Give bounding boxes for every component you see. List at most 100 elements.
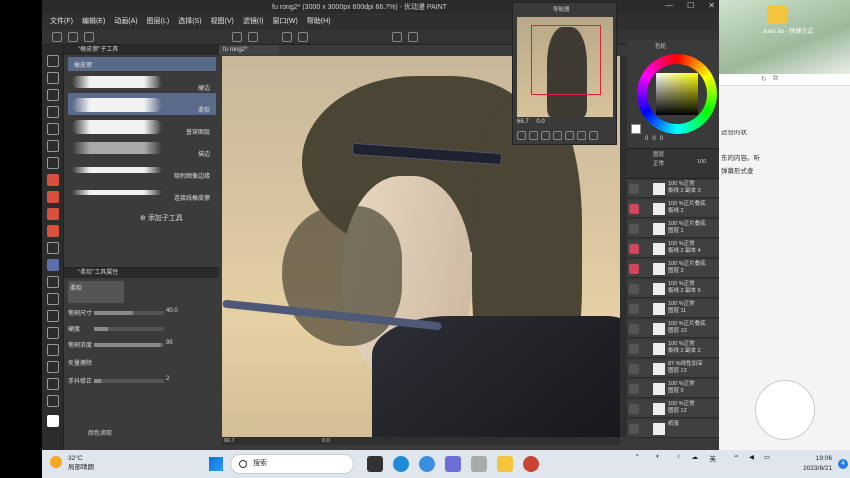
- layer-visibility-icon[interactable]: [629, 384, 639, 394]
- select-tool-icon[interactable]: [47, 106, 59, 118]
- color-square[interactable]: [656, 73, 698, 115]
- canvas-tab[interactable]: fu rong2*: [219, 45, 279, 55]
- canvas-vertical-scrollbar[interactable]: [620, 56, 627, 437]
- subtool-item-soft[interactable]: 柔软: [68, 93, 216, 115]
- desktop-shortcut-label[interactable]: xuex ao - 快捷方式: [763, 28, 813, 36]
- snap-icon[interactable]: [408, 32, 418, 42]
- prop-vector-erase[interactable]: 矢量擦除: [68, 358, 216, 368]
- system-clock[interactable]: 19:06 2023/8/21: [803, 454, 832, 474]
- layer-visibility-icon[interactable]: [629, 224, 639, 234]
- layer-visibility-icon[interactable]: [629, 404, 639, 414]
- zoom-in-icon[interactable]: [529, 131, 538, 140]
- hand-tool-icon[interactable]: [47, 72, 59, 84]
- layer-row[interactable]: 100 %正片叠底 图层 10: [627, 320, 723, 338]
- fill-tool-icon[interactable]: [47, 276, 59, 288]
- menu-window[interactable]: 窗口(W): [273, 16, 298, 26]
- move-tool-icon[interactable]: [47, 89, 59, 101]
- main-color-swatch[interactable]: [47, 415, 59, 427]
- layer-visibility-icon[interactable]: [629, 344, 639, 354]
- layer-row[interactable]: 100 %正常 衡线 2 副本 4: [627, 240, 723, 258]
- navigator-view-frame[interactable]: [531, 25, 601, 95]
- airbrush-tool-icon[interactable]: [47, 208, 59, 220]
- clear-icon[interactable]: [282, 32, 292, 42]
- save-icon[interactable]: [84, 32, 94, 42]
- blend-mode-select[interactable]: 正常: [653, 159, 664, 167]
- edge-icon[interactable]: [393, 456, 409, 472]
- menu-animation[interactable]: 动画(A): [114, 16, 137, 26]
- layer-row[interactable]: 100 %正常 衡线 2 副本 3: [627, 180, 723, 198]
- figure-tool-icon[interactable]: [47, 310, 59, 322]
- fit-view-icon[interactable]: [541, 131, 550, 140]
- ime-indicator[interactable]: 英: [710, 453, 717, 463]
- zoom-tool-icon[interactable]: [47, 55, 59, 67]
- microphone-icon[interactable]: ♪: [677, 453, 680, 460]
- hardness-slider[interactable]: [94, 327, 164, 331]
- folder-shortcut-icon[interactable]: [767, 6, 787, 24]
- paint-app-icon[interactable]: [471, 456, 487, 472]
- brush-tool-icon[interactable]: [47, 191, 59, 203]
- menu-filter[interactable]: 滤镜(I): [243, 16, 264, 26]
- rotate-left-icon[interactable]: [553, 131, 562, 140]
- layer-visibility-icon[interactable]: [629, 364, 639, 374]
- layer-row[interactable]: 100 %正片叠底 衡线 2: [627, 200, 723, 218]
- popout-icon[interactable]: ⧉: [773, 75, 778, 83]
- new-file-icon[interactable]: [52, 32, 62, 42]
- layer-row[interactable]: 100 %正片叠底 图层 3: [627, 260, 723, 278]
- app-icon[interactable]: [445, 456, 461, 472]
- layer-row[interactable]: 100 %正常 图层 11: [627, 300, 723, 318]
- reset-rotation-icon[interactable]: [577, 131, 586, 140]
- tray-cloud-icon[interactable]: ☁: [692, 453, 699, 461]
- subtool-item-hard[interactable]: 硬边: [68, 71, 216, 93]
- pencil-tool-icon[interactable]: [47, 174, 59, 186]
- canvas-status-bar[interactable]: 66.7 0.0: [222, 437, 620, 445]
- menu-select[interactable]: 选择(S): [178, 16, 201, 26]
- layer-row[interactable]: 100 %正片叠底 图层 1: [627, 220, 723, 238]
- menu-file[interactable]: 文件(F): [50, 16, 73, 26]
- foreground-color-swatch[interactable]: [631, 124, 641, 134]
- stabilization-slider[interactable]: [94, 379, 164, 383]
- zoom-out-icon[interactable]: [517, 131, 526, 140]
- battery-icon[interactable]: ▭: [764, 453, 770, 461]
- taskbar-search[interactable]: 搜索: [230, 454, 354, 474]
- prop-hardness[interactable]: 硬度: [68, 324, 216, 334]
- menu-edit[interactable]: 编辑(E): [82, 16, 105, 26]
- open-file-icon[interactable]: [68, 32, 78, 42]
- browser-icon[interactable]: [419, 456, 435, 472]
- layer-row[interactable]: 100 %正常 衡线 2 副本 2: [627, 340, 723, 358]
- layer-row[interactable]: 100 %正常 衡线 2 副本 5: [627, 280, 723, 298]
- task-view-icon[interactable]: [367, 456, 383, 472]
- start-button[interactable]: [209, 457, 223, 471]
- notification-badge[interactable]: 4: [838, 459, 848, 469]
- balloon-tool-icon[interactable]: [47, 378, 59, 390]
- navigator-thumbnail[interactable]: [517, 17, 613, 117]
- color-wheel[interactable]: [637, 54, 717, 134]
- brush-size-slider[interactable]: [94, 311, 164, 315]
- eraser-tool-icon[interactable]: [47, 259, 59, 271]
- layer-row[interactable]: 100 %正常 图层 9: [627, 380, 723, 398]
- subtool-selected[interactable]: 橡皮擦: [68, 57, 216, 71]
- prop-density[interactable]: 笔刷浓度 95: [68, 340, 216, 350]
- redo-icon[interactable]: [248, 32, 258, 42]
- volume-icon[interactable]: ◀: [749, 453, 754, 461]
- maximize-button[interactable]: ☐: [687, 1, 694, 10]
- layer-visibility-icon[interactable]: [629, 244, 639, 254]
- pen-tool-icon[interactable]: [47, 157, 59, 169]
- add-subtool-button[interactable]: ⊕ 添加子工具: [140, 213, 183, 223]
- subtool-item-snap[interactable]: 吸附图像边缘: [68, 159, 216, 181]
- layer-row[interactable]: 100 %正常 图层 12: [627, 400, 723, 418]
- fill-icon[interactable]: [298, 32, 308, 42]
- density-slider[interactable]: [94, 343, 164, 347]
- file-explorer-icon[interactable]: [497, 456, 513, 472]
- opacity-value[interactable]: 100: [697, 159, 706, 165]
- refresh-icon[interactable]: ↻: [761, 75, 767, 83]
- tray-overflow-icon[interactable]: ⌃: [635, 453, 640, 461]
- layer-visibility-icon[interactable]: [629, 264, 639, 274]
- blend-tool-icon[interactable]: [47, 242, 59, 254]
- gradient-tool-icon[interactable]: [47, 293, 59, 305]
- layer-visibility-icon[interactable]: [629, 424, 639, 434]
- avatar-app-icon[interactable]: [523, 456, 539, 472]
- frame-tool-icon[interactable]: [47, 327, 59, 339]
- layer-row[interactable]: 87 %线性加深 图层 13: [627, 360, 723, 378]
- text-tool-icon[interactable]: [47, 361, 59, 373]
- menu-help[interactable]: 帮助(H): [307, 16, 331, 26]
